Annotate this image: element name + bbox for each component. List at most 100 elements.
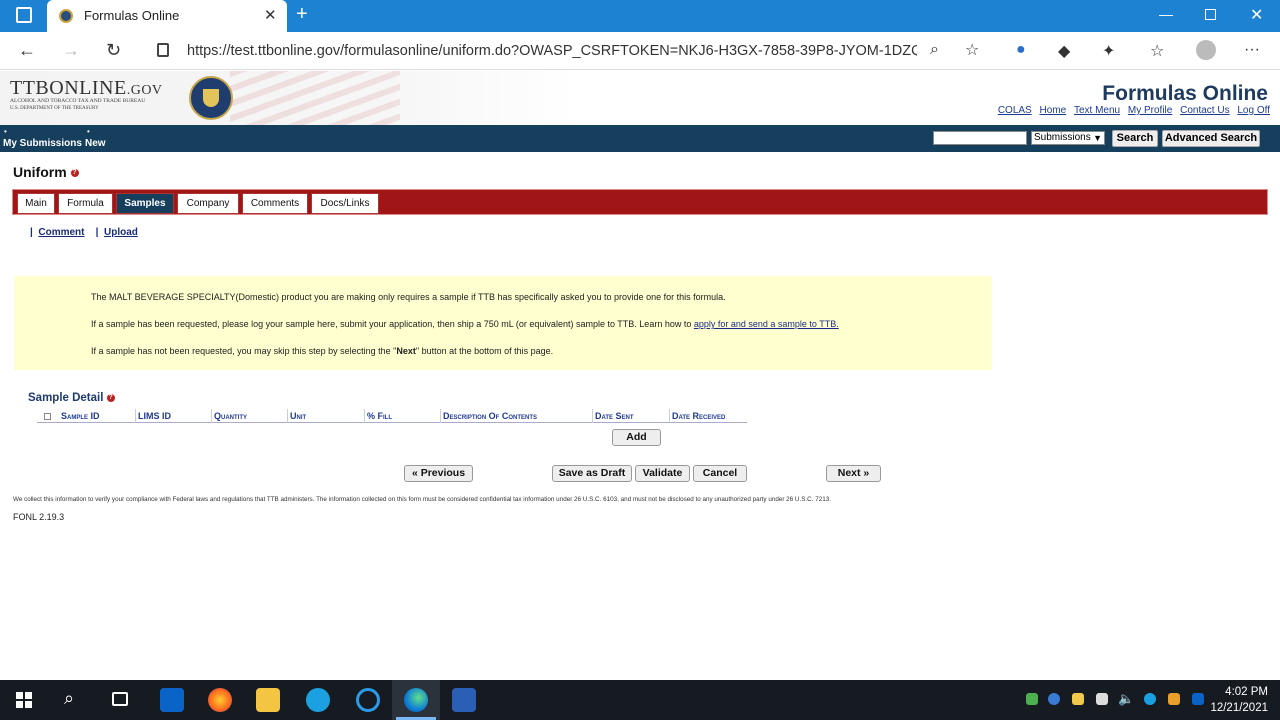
tab-docs-links[interactable]: Docs/Links [311,193,379,214]
col-unit[interactable]: Unit [290,411,306,421]
info-line-3: If a sample has not been requested, you … [91,346,553,356]
header-links: COLAS Home Text Menu My Profile Contact … [993,105,1270,116]
col-date-received[interactable]: Date Received [672,411,725,421]
col-divider [287,409,288,423]
validate-button[interactable]: Validate [635,465,690,482]
tab-comments[interactable]: Comments [242,193,308,214]
extension-gray-icon[interactable]: ◆ [1058,41,1070,61]
search-button[interactable]: Search [1112,130,1158,147]
window-close-icon[interactable]: ✕ [1250,5,1263,25]
ttb-favicon-icon [59,9,73,23]
link-log-off[interactable]: Log Off [1237,105,1270,116]
tab-main[interactable]: Main [17,193,55,214]
tray-battery-icon[interactable] [1026,693,1038,705]
next-button[interactable]: Next » [826,465,881,482]
col-sample-id[interactable]: Sample ID [61,411,100,421]
col-date-sent[interactable]: Date Sent [595,411,634,421]
system-clock[interactable]: 4:02 PM 12/21/2021 [1210,684,1268,716]
tab-samples[interactable]: Samples [116,193,174,214]
more-menu-icon[interactable]: ··· [1244,41,1260,59]
back-icon[interactable]: ← [18,40,36,61]
link-colas[interactable]: COLAS [998,105,1032,116]
col-description[interactable]: Description Of Contents [443,411,537,421]
forward-icon[interactable]: → [62,40,80,61]
browser-titlebar: Formulas Online ✕ + — ✕ [0,0,1280,32]
col-divider [211,409,212,423]
page-title-text: Uniform [13,164,67,180]
task-view-icon[interactable] [112,692,128,706]
tray-network-icon[interactable] [1168,693,1180,705]
ttbonline-logo[interactable]: TTBONLINE.GOV [10,77,163,100]
new-tab-icon[interactable]: + [296,3,308,26]
browser-tab[interactable]: Formulas Online ✕ [47,0,287,32]
info-line-3-end: " button at the bottom of this page. [415,346,554,356]
help-icon[interactable]: ? [106,393,115,402]
comment-link[interactable]: Comment [38,227,84,238]
sub-separator: | [95,227,99,238]
tray-outlook-icon[interactable] [1192,693,1204,705]
refresh-icon[interactable]: ↻ [106,40,121,61]
extension-blue-icon[interactable]: ● [1016,41,1026,59]
upload-link[interactable]: Upload [104,227,138,238]
nav-my-submissions[interactable]: My Submissions [3,138,82,149]
search-input[interactable] [933,131,1027,145]
add-sample-button[interactable]: Add [612,429,661,446]
info-line-3-text: If a sample has not been requested, you … [91,346,397,356]
nav-bullet: • [4,127,7,136]
favorite-star-icon[interactable]: ☆ [965,40,979,60]
internet-explorer-icon[interactable] [356,688,380,712]
advanced-search-button[interactable]: Advanced Search [1162,130,1260,147]
col-divider [592,409,593,423]
link-text-menu[interactable]: Text Menu [1074,105,1120,116]
favorites-icon[interactable]: ☆ [1150,41,1164,61]
treasury-seal-icon [189,76,233,120]
word-icon[interactable] [452,688,476,712]
tab-actions-icon[interactable] [16,7,32,23]
firefox-icon[interactable] [208,688,232,712]
address-bar: ← → ↻ https://test.ttbonline.gov/formula… [0,32,1280,70]
cancel-button[interactable]: Cancel [693,465,747,482]
nav-bullet: • [87,127,90,136]
tray-shield-icon[interactable] [1096,693,1108,705]
volume-icon[interactable]: 🔈 [1118,691,1134,707]
col-divider [440,409,441,423]
lock-icon [157,43,169,57]
previous-button[interactable]: « Previous [404,465,473,482]
apply-send-sample-link[interactable]: apply for and send a sample to TTB. [694,319,839,329]
tray-app-icon[interactable] [1048,693,1060,705]
main-nav: • My Submissions • New Submissions ▼ Sear… [0,125,1280,152]
tab-formula[interactable]: Formula [58,193,113,214]
select-all-checkbox[interactable] [44,413,51,420]
logo-subtitle-bureau: ALCOHOL AND TOBACCO TAX AND TRADE BUREAU [10,98,146,104]
url-text: https://test.ttbonline.gov/formulasonlin… [187,43,917,59]
extensions-puzzle-icon[interactable]: ✦ [1102,41,1115,61]
search-type-select[interactable]: Submissions ▼ [1031,131,1105,145]
help-icon[interactable]: ? [70,169,79,178]
restore-icon[interactable] [1205,9,1216,20]
link-home[interactable]: Home [1040,105,1067,116]
profile-avatar-icon[interactable] [1196,40,1216,60]
search-icon[interactable]: ⌕ [64,688,74,709]
sample-detail-title-text: Sample Detail [28,392,104,404]
form-tabs: Main Formula Samples Company Comments Do… [12,189,1268,215]
nav-new[interactable]: New [85,138,106,149]
tray-skype-icon[interactable] [1144,693,1156,705]
link-contact-us[interactable]: Contact Us [1180,105,1229,116]
flag-decoration [230,71,400,125]
skype-icon[interactable] [306,688,330,712]
tray-notes-icon[interactable] [1072,693,1084,705]
tab-close-icon[interactable]: ✕ [264,6,277,24]
save-draft-button[interactable]: Save as Draft [552,465,632,482]
url-field[interactable]: https://test.ttbonline.gov/formulasonlin… [143,36,995,66]
col-quantity[interactable]: Quantity [214,411,247,421]
file-explorer-icon[interactable] [256,688,280,712]
tab-company[interactable]: Company [177,193,239,214]
minimize-icon[interactable]: — [1159,6,1173,22]
outlook-icon[interactable] [160,688,184,712]
link-my-profile[interactable]: My Profile [1128,105,1172,116]
edge-icon[interactable] [404,688,428,712]
col-fill[interactable]: % Fill [367,411,392,421]
zoom-icon[interactable]: ⌕ [930,41,939,59]
search-type-value: Submissions [1034,132,1091,143]
col-lims-id[interactable]: LIMS ID [138,411,171,421]
